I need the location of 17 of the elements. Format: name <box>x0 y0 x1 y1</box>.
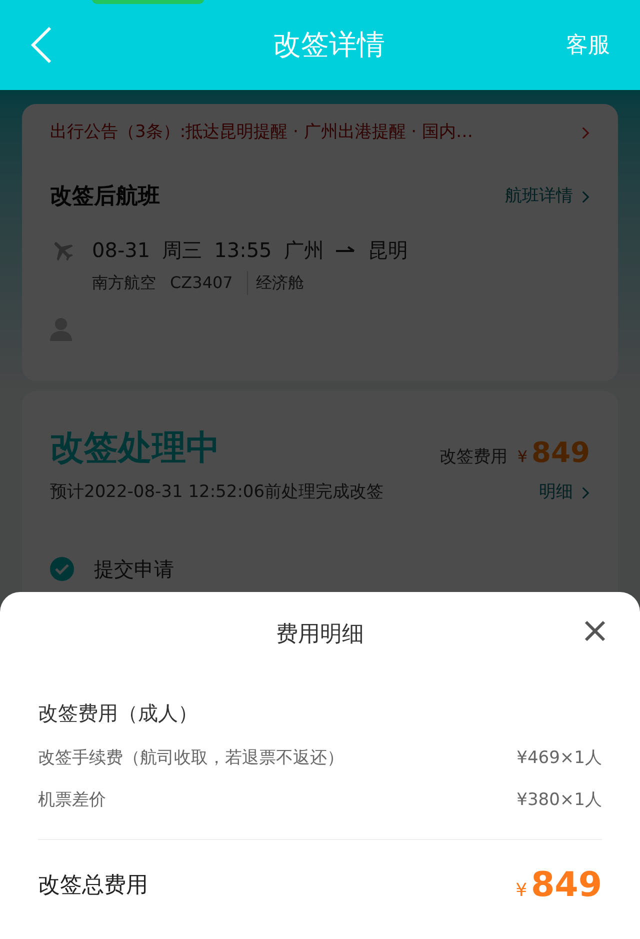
fee-amount: ¥849 <box>517 435 590 471</box>
total-label: 改签总费用 <box>38 872 148 900</box>
customer-service-link[interactable]: 客服 <box>566 28 610 62</box>
estimated-time: 预计2022-08-31 12:52:06前处理完成改签 <box>50 481 384 504</box>
section-heading: 改签后航班 <box>50 183 160 211</box>
step-label: 提交申请 <box>94 556 174 582</box>
fee-label: 改签费用 <box>439 446 508 469</box>
page-title: 改签详情 <box>273 27 385 63</box>
section-heading: 改签费用（成人） <box>38 700 199 727</box>
sheet-title: 费用明细 <box>276 620 364 648</box>
fee-item-amount: ¥380×1人 <box>516 788 602 812</box>
fee-item-amount: ¥469×1人 <box>516 747 602 770</box>
status-title: 改签处理中 <box>50 427 220 470</box>
fee-item-label: 改签手续费（航司收取，若退票不返还） <box>38 747 344 770</box>
fee-item-label: 机票差价 <box>38 788 106 812</box>
total-amount: ¥849 <box>516 864 602 907</box>
close-icon[interactable] <box>584 620 606 642</box>
